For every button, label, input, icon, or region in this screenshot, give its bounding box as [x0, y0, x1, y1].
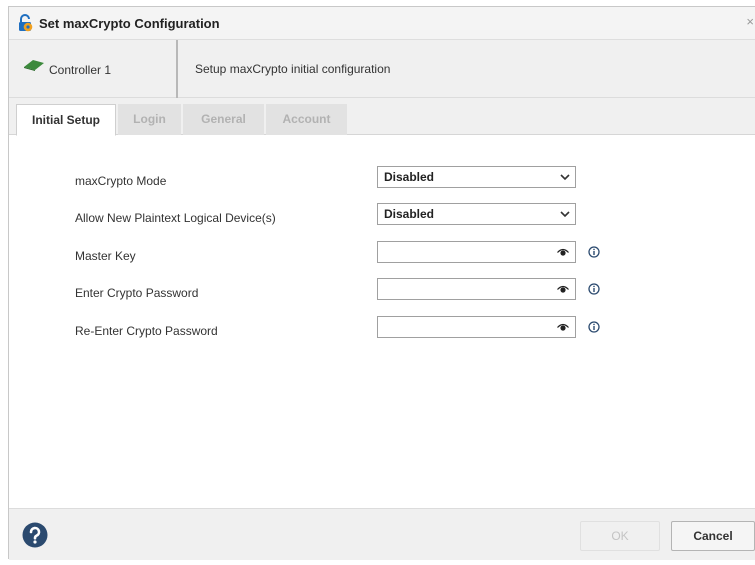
crypto-password-field[interactable] [377, 278, 576, 300]
show-password-eye-icon[interactable] [557, 323, 569, 332]
tab-bar: Initial Setup Login General Account [9, 98, 755, 136]
crypto-password-info-icon[interactable] [588, 283, 600, 295]
plaintext-devices-label: Allow New Plaintext Logical Device(s) [75, 211, 276, 225]
maxcrypto-mode-value: Disabled [384, 170, 435, 184]
plaintext-devices-value: Disabled [384, 207, 435, 221]
master-key-label: Master Key [75, 249, 136, 263]
maxcrypto-config-dialog: Set maxCrypto Configuration × Controller… [8, 6, 755, 560]
dialog-title: Set maxCrypto Configuration [39, 16, 220, 31]
master-key-field[interactable] [377, 241, 576, 263]
chevron-down-icon [560, 211, 570, 218]
help-question-icon[interactable] [22, 522, 48, 548]
dialog-description: Setup maxCrypto initial configuration [195, 62, 391, 76]
infobar-divider [176, 40, 178, 98]
cancel-button[interactable]: Cancel [671, 521, 755, 551]
ok-button[interactable]: OK [580, 521, 660, 551]
tab-initial-setup[interactable]: Initial Setup [16, 104, 116, 136]
controller-label: Controller 1 [49, 63, 112, 77]
tab-login[interactable]: Login [118, 104, 181, 135]
tab-general[interactable]: General [183, 104, 264, 135]
master-key-info-icon[interactable] [588, 246, 600, 258]
close-icon[interactable]: × [746, 14, 754, 29]
dialog-titlebar: Set maxCrypto Configuration × [9, 7, 755, 40]
tab-account[interactable]: Account [266, 104, 347, 135]
show-password-eye-icon[interactable] [557, 248, 569, 257]
reenter-password-label: Re-Enter Crypto Password [75, 324, 218, 338]
chevron-down-icon [560, 174, 570, 181]
plaintext-devices-select[interactable]: Disabled [377, 203, 576, 225]
controller-infobar: Controller 1 Setup maxCrypto initial con… [9, 40, 755, 98]
controller-card-icon [24, 60, 44, 71]
reenter-password-info-icon[interactable] [588, 321, 600, 333]
reenter-password-field[interactable] [377, 316, 576, 338]
initial-setup-panel: maxCrypto Mode Disabled Allow New Plaint… [9, 135, 755, 508]
maxcrypto-mode-label: maxCrypto Mode [75, 174, 167, 188]
lock-gear-icon [19, 14, 33, 32]
show-password-eye-icon[interactable] [557, 285, 569, 294]
dialog-footer: OK Cancel [9, 508, 755, 560]
maxcrypto-mode-select[interactable]: Disabled [377, 166, 576, 188]
crypto-password-label: Enter Crypto Password [75, 286, 199, 300]
